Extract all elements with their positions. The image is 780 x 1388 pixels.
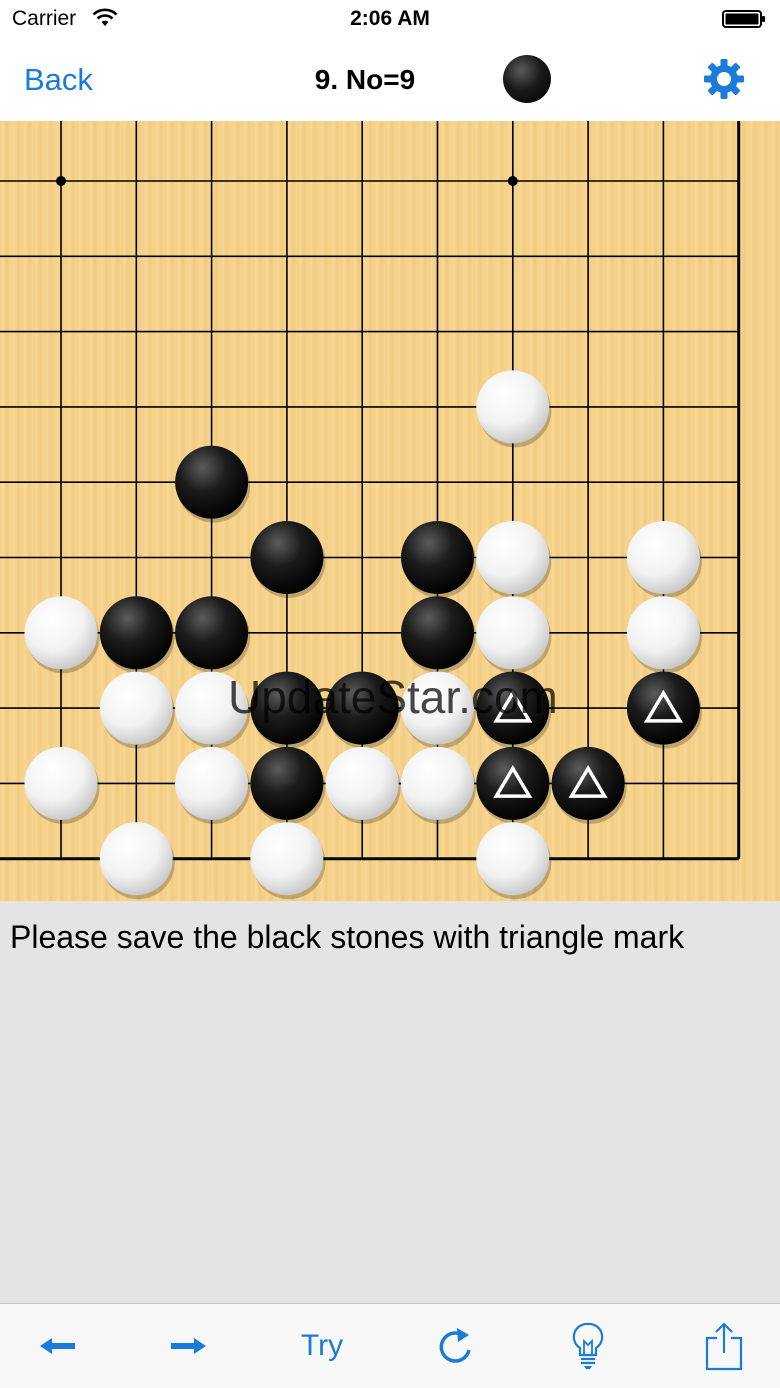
stone-body (476, 596, 550, 670)
lightbulb-icon (572, 1322, 604, 1369)
go-board-grid[interactable] (0, 121, 780, 901)
battery-icon (722, 10, 765, 28)
stone-body (401, 596, 474, 670)
white-stone (476, 370, 552, 448)
stone-body (401, 746, 474, 820)
stone-body (476, 521, 550, 594)
white-stone (250, 822, 326, 900)
stone-body (250, 746, 324, 820)
white-stone (24, 596, 100, 674)
gear-icon[interactable] (702, 57, 746, 101)
black-stone (250, 521, 326, 598)
hint-button[interactable] (548, 1304, 628, 1388)
stone-body (476, 671, 550, 745)
stone-body (250, 822, 324, 896)
black-stone (99, 596, 175, 674)
white-stone (99, 671, 175, 749)
white-stone (325, 746, 401, 824)
black-stone (175, 445, 251, 523)
arrow-left-icon (40, 1338, 75, 1354)
black-stone (401, 521, 476, 598)
problem-title: 9. No=9 (314, 64, 416, 95)
stone-body (24, 596, 98, 670)
black-stone (401, 596, 476, 674)
stone-body (99, 596, 173, 670)
stone-body (551, 746, 625, 820)
stone-body (24, 746, 98, 820)
problem-instruction: Please save the black stones with triang… (10, 919, 685, 955)
black-stone (325, 671, 401, 749)
problem-panel: Please save the black stones with triang… (0, 901, 780, 1303)
go-board[interactable]: UpdateStar.com (0, 121, 780, 901)
stone-body (626, 596, 700, 670)
bottom-toolbar: Try (0, 1303, 780, 1388)
stone-body (175, 596, 249, 670)
stone-body (325, 671, 399, 745)
black-stone (626, 671, 702, 749)
stone-body (175, 445, 249, 519)
white-stone (476, 596, 552, 674)
status-bar: Carrier 2:06 AM (0, 0, 780, 40)
black-stone (175, 596, 251, 674)
share-button[interactable] (684, 1304, 764, 1388)
refresh-icon (439, 1328, 471, 1363)
black-stone (476, 746, 552, 824)
white-stone (476, 521, 552, 598)
stone-body (626, 521, 700, 594)
stone-body (250, 521, 324, 594)
white-stone (24, 746, 100, 824)
star-point (507, 176, 518, 186)
stone-body (626, 671, 700, 745)
white-stone (626, 521, 702, 598)
stones-layer (24, 370, 702, 900)
turn-indicator-black-stone (503, 55, 551, 103)
navigation-bar: Back 9. No=9 (0, 40, 780, 122)
stone-body (175, 671, 249, 745)
share-icon (705, 1322, 743, 1371)
arrow-right-icon (171, 1338, 206, 1354)
try-button[interactable]: Try (282, 1304, 362, 1388)
star-point (56, 176, 66, 186)
reset-button[interactable] (416, 1304, 496, 1388)
stone-body (476, 822, 550, 896)
white-stone (401, 671, 476, 749)
white-stone (401, 746, 476, 824)
white-stone (175, 746, 251, 824)
previous-button[interactable] (18, 1304, 98, 1388)
white-stone (626, 596, 702, 674)
black-stone (476, 671, 552, 749)
stone-body (250, 671, 324, 745)
stone-body (175, 746, 249, 820)
stone-body (476, 370, 550, 444)
white-stone (476, 822, 552, 900)
black-stone (250, 671, 326, 749)
black-stone (551, 746, 627, 824)
back-button[interactable]: Back (24, 62, 93, 98)
stone-body (401, 671, 474, 745)
stone-body (401, 521, 474, 594)
stone-body (476, 746, 550, 820)
white-stone (99, 822, 175, 900)
white-stone (175, 671, 251, 749)
stone-body (99, 671, 173, 745)
stone-body (99, 822, 173, 896)
stone-body (325, 746, 399, 820)
next-button[interactable] (148, 1304, 228, 1388)
clock: 2:06 AM (350, 7, 430, 30)
black-stone (250, 746, 326, 824)
